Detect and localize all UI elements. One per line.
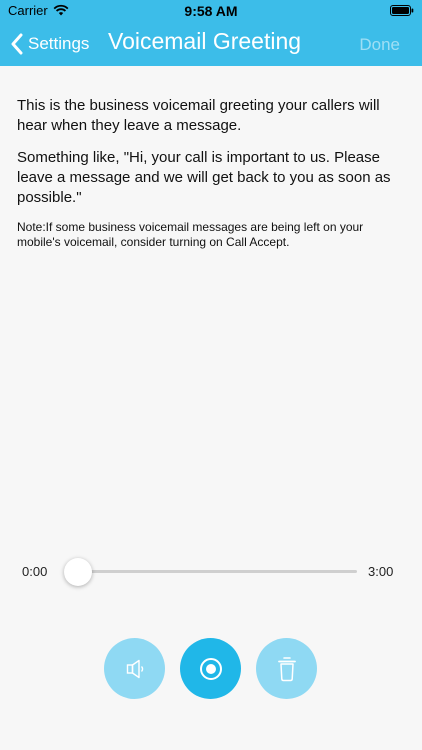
speaker-icon: [126, 659, 143, 678]
intro-text: This is the business voicemail greeting …: [17, 97, 380, 134]
current-time-label: 0:00: [22, 564, 48, 579]
status-bar: Carrier 9:58 AM: [0, 0, 422, 22]
back-button[interactable]: Settings: [10, 30, 89, 58]
chevron-left-icon: [11, 33, 23, 55]
clock: 9:58 AM: [184, 3, 238, 19]
note-text: Note:If some business voicemail messages…: [17, 220, 364, 249]
example-text: Something like, "Hi, your call is import…: [17, 149, 391, 206]
page-title: Voicemail Greeting: [108, 28, 302, 54]
slider-thumb[interactable]: [64, 558, 92, 586]
back-label: Settings: [28, 34, 90, 53]
record-icon: [199, 657, 222, 680]
battery-icon: [390, 5, 414, 16]
speaker-button[interactable]: [104, 638, 165, 699]
record-button[interactable]: [180, 638, 241, 699]
playback-slider[interactable]: [64, 570, 357, 573]
navigation-bar: Settings Voicemail Greeting Done: [0, 22, 422, 66]
done-button[interactable]: Done: [359, 35, 400, 55]
trash-icon: [277, 656, 296, 681]
total-time-label: 3:00: [368, 564, 394, 579]
greeting-description: This is the business voicemail greeting …: [17, 96, 409, 250]
header: Carrier 9:58 AM Settings Voicemail Greet…: [0, 0, 422, 66]
delete-button[interactable]: [256, 638, 317, 699]
